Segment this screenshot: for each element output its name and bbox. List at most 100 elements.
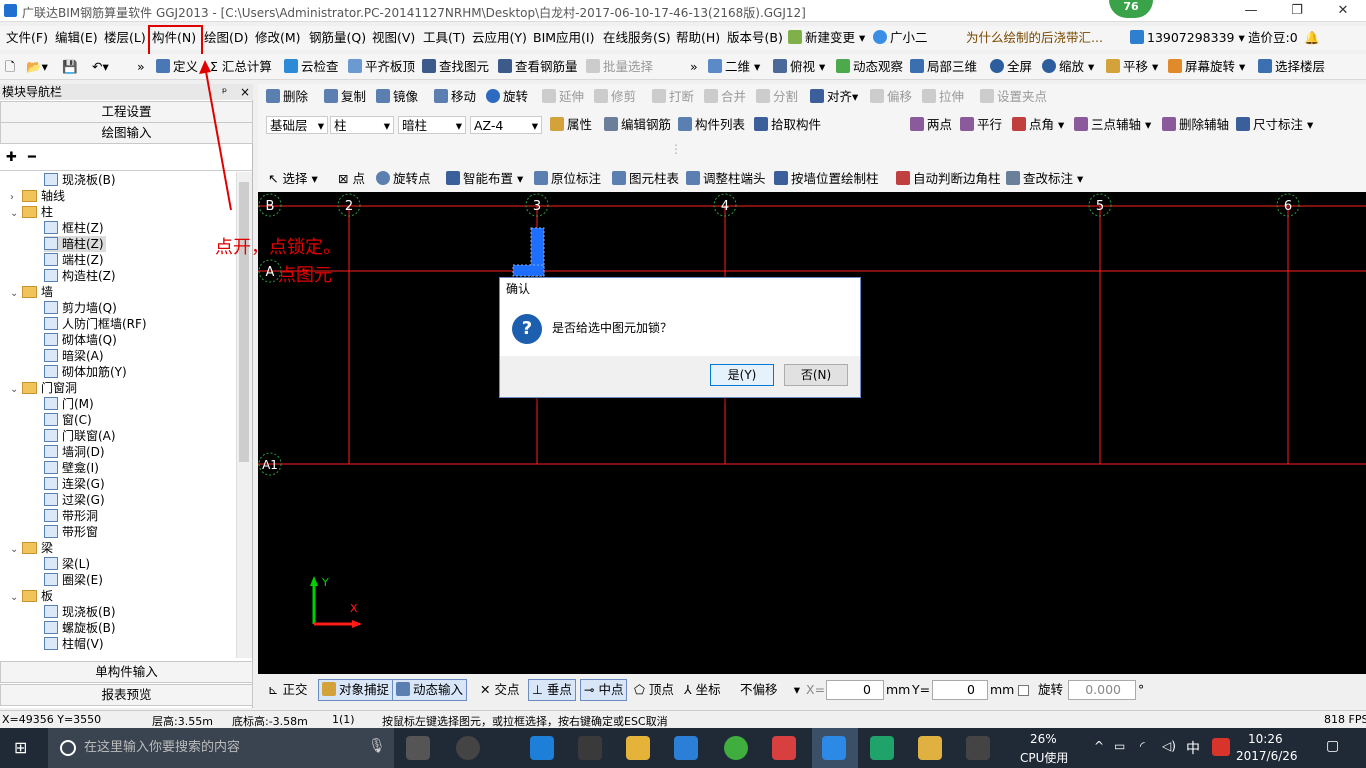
toolbar-overflow-icon[interactable]: » <box>137 58 145 76</box>
task-view-icon[interactable] <box>406 736 430 760</box>
break-button[interactable]: 打断 <box>652 88 694 106</box>
glodon-app-icon[interactable] <box>674 736 698 760</box>
top-view-dropdown[interactable]: 俯视 ▾ <box>773 58 825 76</box>
tree-folder[interactable]: ⌄ 板 <box>10 588 53 604</box>
open-file-icon[interactable]: 📂▾ <box>26 58 48 76</box>
report-preview-button[interactable]: 报表预览 <box>0 684 253 706</box>
y-input[interactable]: 0 <box>932 680 988 700</box>
merge-button[interactable]: 合并 <box>704 88 746 106</box>
tree-item[interactable]: 门(M) <box>44 396 94 412</box>
tree-item[interactable]: 框柱(Z) <box>44 220 104 236</box>
auto-corner-column-button[interactable]: 自动判断边角柱 <box>896 170 1001 188</box>
dimension-dropdown[interactable]: 尺寸标注 ▾ <box>1236 116 1313 134</box>
pick-component-button[interactable]: 拾取构件 <box>754 116 821 134</box>
tree-item[interactable]: 暗柱(Z) <box>44 236 106 252</box>
adjust-column-end-button[interactable]: 调整柱端头 <box>686 170 766 188</box>
column-table-button[interactable]: 图元柱表 <box>612 170 679 188</box>
tree-folder[interactable]: ⌄ 门窗洞 <box>10 380 77 396</box>
menu-file[interactable]: 文件(F) <box>6 29 48 47</box>
tree-folder[interactable]: › 轴线 <box>10 188 65 204</box>
glodon-red-icon[interactable] <box>772 736 796 760</box>
two-points-button[interactable]: 两点 <box>910 116 952 134</box>
dynamic-view-button[interactable]: 动态观察 <box>836 58 903 76</box>
drawing-svg[interactable]: B 2 3 4 5 6 A A1 Y X <box>258 192 1366 674</box>
tree-scrollbar-thumb[interactable] <box>239 182 249 462</box>
screen-rotate-dropdown[interactable]: 屏幕旋转 ▾ <box>1168 58 1245 76</box>
expander-icon[interactable]: ⌄ <box>10 542 20 558</box>
select-dropdown[interactable]: ↖ 选择 ▾ <box>268 170 318 188</box>
find-element-button[interactable]: 查找图元 <box>422 58 489 76</box>
copy-button[interactable]: 复制 <box>324 88 366 106</box>
no-button[interactable]: 否(N) <box>784 364 848 386</box>
tree-folder[interactable]: ⌄ 墙 <box>10 284 53 300</box>
tree-item[interactable]: 暗梁(A) <box>44 348 104 364</box>
tray-chevron-icon[interactable]: ^ <box>1094 739 1104 753</box>
menu-help[interactable]: 帮助(H) <box>676 29 720 47</box>
network-icon[interactable]: ◜ <box>1140 739 1145 753</box>
expander-icon[interactable]: ⌄ <box>10 382 20 398</box>
app-icon-spiral[interactable] <box>456 736 480 760</box>
object-snap-toggle[interactable]: 对象捕捉 <box>318 679 394 701</box>
align-slab-button[interactable]: 平齐板顶 <box>348 58 415 76</box>
x-input[interactable]: 0 <box>826 680 884 700</box>
tree-item[interactable]: 窗(C) <box>44 412 92 428</box>
notes-app-icon[interactable] <box>918 736 942 760</box>
menu-rebar[interactable]: 钢筋量(Q) <box>309 29 366 47</box>
pan-dropdown[interactable]: 平移 ▾ <box>1106 58 1158 76</box>
cost-beans[interactable]: 造价豆:0 <box>1248 29 1298 47</box>
tree-item[interactable]: 现浇板(B) <box>44 604 116 620</box>
tree-folder[interactable]: ⌄ 柱 <box>10 204 53 220</box>
column-element-az4[interactable] <box>512 227 545 277</box>
menu-online[interactable]: 在线服务(S) <box>603 29 671 47</box>
view-2d-dropdown[interactable]: 二维 ▾ <box>708 58 760 76</box>
vertex-toggle[interactable]: ⬠ 顶点 <box>634 681 674 699</box>
collapse-all-icon[interactable]: ━ <box>28 150 36 165</box>
tree-item[interactable]: 圈梁(E) <box>44 572 103 588</box>
batch-select-button[interactable]: 批量选择 <box>586 58 653 76</box>
expander-icon[interactable]: ⌄ <box>10 286 20 302</box>
menu-modify[interactable]: 修改(M) <box>255 29 301 47</box>
single-component-button[interactable]: 单构件输入 <box>0 661 253 683</box>
help-app-icon[interactable] <box>966 736 990 760</box>
tree-item[interactable]: 带形窗 <box>44 524 98 540</box>
define-button[interactable]: 定义 <box>156 58 198 76</box>
save-icon[interactable]: 💾 <box>62 58 78 76</box>
zoom-dropdown[interactable]: 缩放 ▾ <box>1042 58 1094 76</box>
tree-item[interactable]: 门联窗(A) <box>44 428 116 444</box>
tree-item[interactable]: 剪力墙(Q) <box>44 300 117 316</box>
drawing-canvas[interactable]: B 2 3 4 5 6 A A1 Y X <box>258 192 1366 674</box>
offset-mode-select[interactable]: 不偏移 ▾ <box>740 681 802 699</box>
sogou-ime-icon[interactable] <box>1212 738 1230 756</box>
properties-button[interactable]: 属性 <box>550 116 592 134</box>
rotate-button[interactable]: 旋转 <box>486 88 528 106</box>
tree-item[interactable]: 端柱(Z) <box>44 252 104 268</box>
menu-version[interactable]: 版本号(B) <box>727 29 783 47</box>
volume-icon[interactable]: ◁) <box>1162 739 1176 753</box>
split-button[interactable]: 分割 <box>756 88 798 106</box>
edit-rebar-button[interactable]: 编辑钢筋 <box>604 116 671 134</box>
store-icon[interactable] <box>578 736 602 760</box>
notification-icon[interactable]: ▢ <box>1326 738 1339 754</box>
ggj-app-icon[interactable] <box>822 736 846 760</box>
three-point-axis-dropdown[interactable]: 三点辅轴 ▾ <box>1074 116 1151 134</box>
grip-button[interactable]: 设置夹点 <box>980 88 1047 106</box>
mirror-button[interactable]: 镜像 <box>376 88 418 106</box>
tree-item[interactable]: 过梁(G) <box>44 492 105 508</box>
extend-button[interactable]: 延伸 <box>542 88 584 106</box>
view-rebar-button[interactable]: 查看钢筋量 <box>498 58 578 76</box>
component-select[interactable]: AZ-4 ▾ <box>470 116 542 134</box>
delete-button[interactable]: 删除 <box>266 88 308 106</box>
notification-badge[interactable]: 76 <box>1109 0 1153 18</box>
restore-button[interactable]: ❐ <box>1274 0 1320 22</box>
tree-item[interactable]: 人防门框墙(RF) <box>44 316 147 332</box>
check-annotation-dropdown[interactable]: 查改标注 ▾ <box>1006 170 1083 188</box>
parallel-button[interactable]: 平行 <box>960 116 1002 134</box>
minimize-button[interactable]: — <box>1228 0 1274 22</box>
microphone-icon[interactable]: 🎙 <box>368 738 386 754</box>
fullscreen-button[interactable]: 全屏 <box>990 58 1032 76</box>
stretch-button[interactable]: 拉伸 <box>922 88 964 106</box>
menu-tools[interactable]: 工具(T) <box>423 29 465 47</box>
intersection-toggle[interactable]: ✕ 交点 <box>480 681 519 699</box>
component-list-button[interactable]: 构件列表 <box>678 116 745 134</box>
dynamic-input-toggle[interactable]: 动态输入 <box>392 679 468 701</box>
